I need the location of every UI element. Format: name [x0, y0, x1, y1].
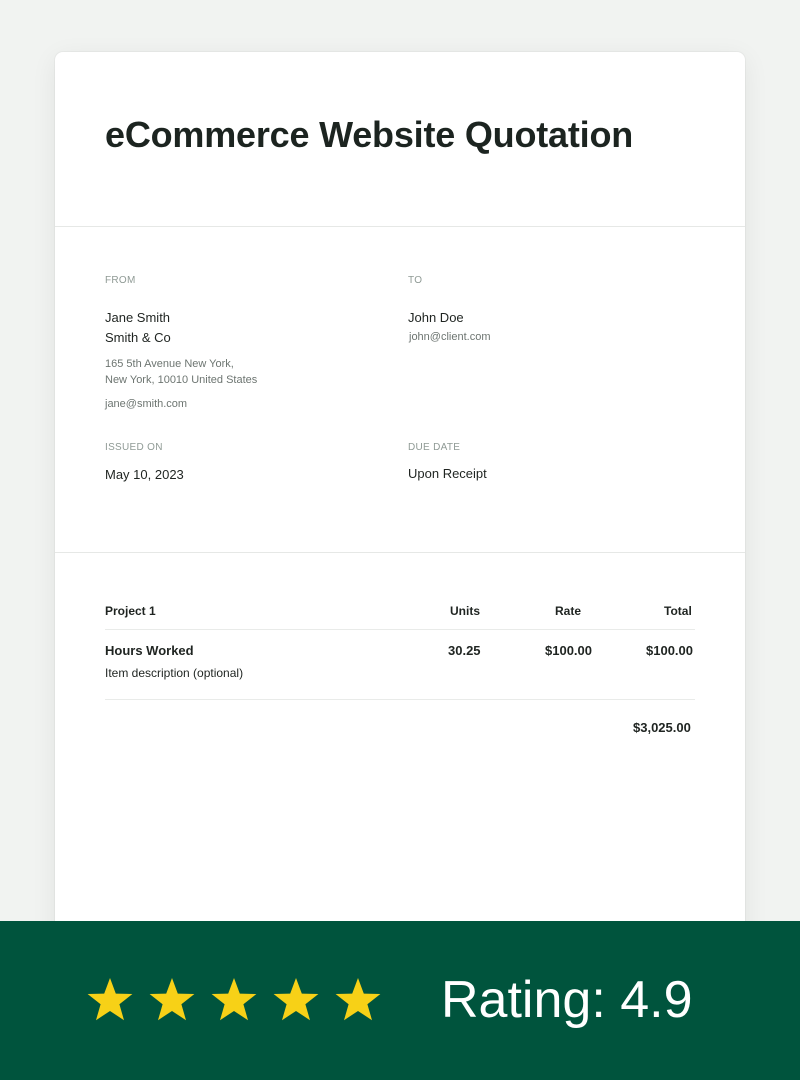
star-icon	[86, 977, 134, 1025]
issued-date: May 10, 2023	[105, 467, 184, 482]
to-email: john@client.com	[409, 331, 491, 343]
table-header-project: Project 1	[105, 604, 156, 618]
star-icon	[272, 977, 320, 1025]
details-divider	[55, 552, 745, 553]
rating-text: Rating: 4.9	[441, 971, 693, 1029]
due-date: Upon Receipt	[408, 466, 487, 481]
star-icon	[148, 977, 196, 1025]
star-icon	[334, 977, 382, 1025]
row-item-name: Hours Worked	[105, 643, 194, 658]
row-total: $100.00	[646, 643, 693, 658]
table-header-rate: Rate	[555, 604, 582, 618]
to-label: TO	[408, 275, 423, 286]
from-name: Jane Smith	[105, 310, 171, 325]
from-address-line2: New York, 10010 United States	[105, 374, 258, 386]
row-description: Item description (optional)	[105, 666, 244, 680]
from-email: jane@smith.com	[105, 398, 188, 410]
issued-label: ISSUED ON	[105, 442, 163, 453]
row-rate: $100.00	[545, 643, 592, 658]
table-header-divider	[105, 629, 695, 630]
table-header-total: Total	[664, 604, 692, 618]
due-label: DUE DATE	[408, 442, 461, 453]
rating-stars	[86, 977, 382, 1025]
from-company: Smith & Co	[105, 330, 171, 345]
star-icon	[210, 977, 258, 1025]
row-units: 30.25	[448, 643, 481, 658]
from-address-line1: 165 5th Avenue New York,	[105, 358, 234, 370]
to-name: John Doe	[408, 310, 464, 325]
table-header-units: Units	[450, 604, 480, 618]
table-footer-divider	[105, 699, 695, 700]
quotation-card: eCommerce Website Quotation FROM Jane Sm…	[55, 52, 745, 952]
document-title: eCommerce Website Quotation	[105, 114, 634, 155]
header-divider	[55, 226, 745, 227]
from-label: FROM	[105, 275, 136, 286]
grand-total: $3,025.00	[633, 720, 691, 735]
